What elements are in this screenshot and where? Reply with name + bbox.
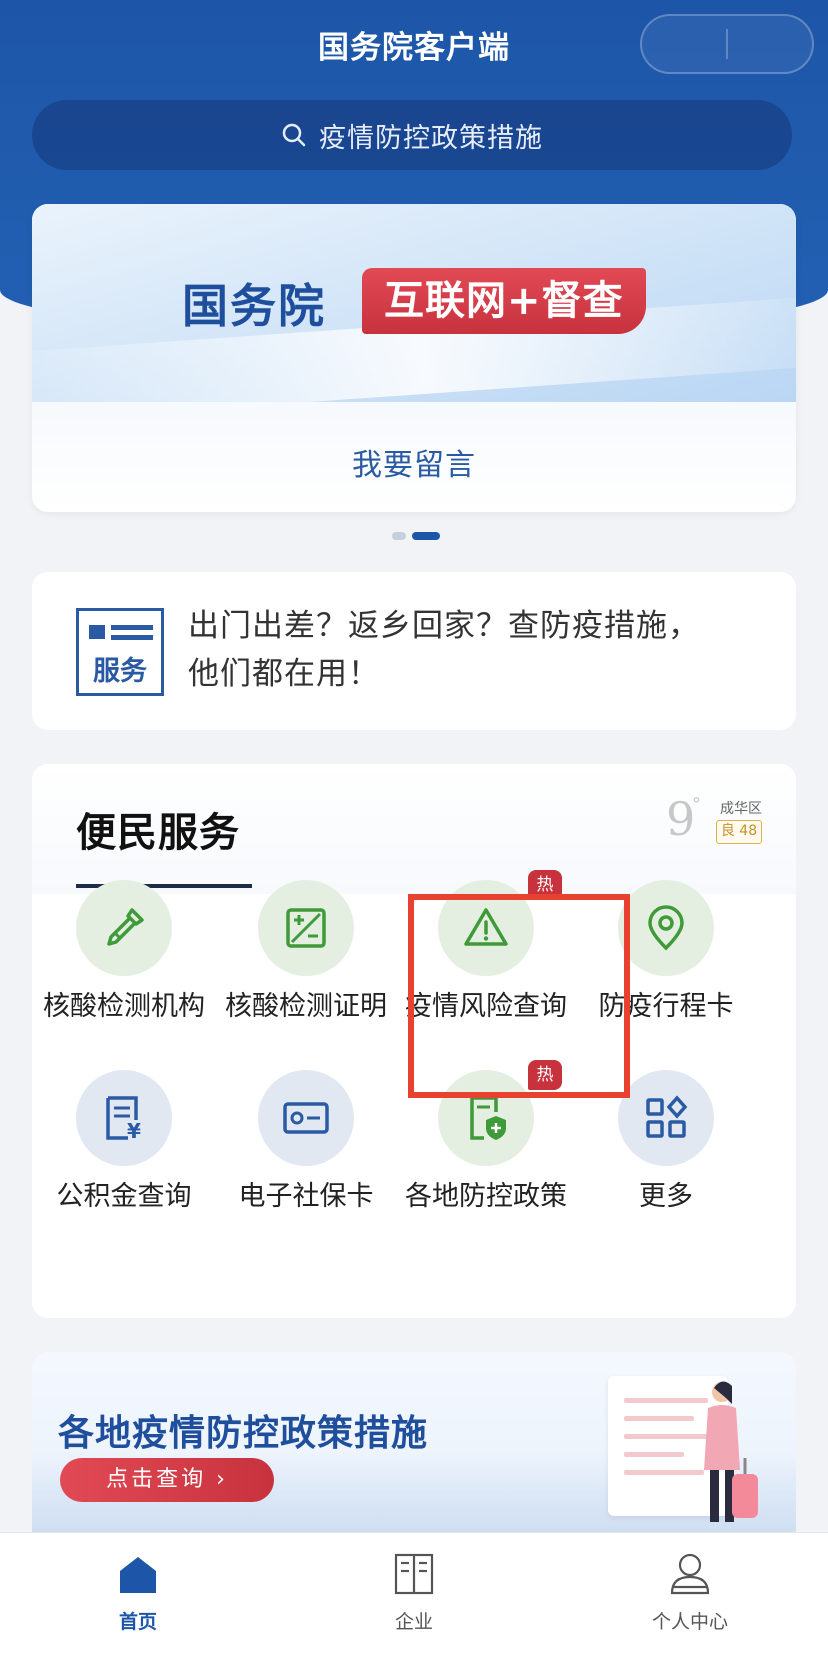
bottom-tab-bar: 首页 企业 个人中心 [0,1532,828,1654]
banner-carousel[interactable]: 国务院 互联网+督查 我要留言 [32,204,796,512]
policy-query-button[interactable]: 点击查询 › [60,1458,274,1502]
tab-home[interactable]: 首页 [48,1533,228,1654]
pager-dot[interactable] [392,532,406,540]
doc-line [624,1416,694,1421]
carousel-pager [392,532,440,540]
leave-message-link[interactable]: 我要留言 [32,440,796,484]
svg-text:¥: ¥ [127,1119,141,1143]
service-badge-label: 服务 [93,656,147,687]
service-item-label: 电子社保卡 [238,1181,374,1212]
service-notice-card[interactable]: 服务 出门出差？返乡回家？查防疫措施， 他们都在用！ [32,572,796,730]
service-item-label: 更多 [639,1181,693,1212]
service-item-label: 公积金查询 [56,1181,192,1212]
location-pin-icon[interactable] [618,880,714,976]
service-item-label: 各地防控政策 [405,1181,567,1212]
id-card-icon[interactable] [258,1070,354,1166]
close-app-button[interactable] [728,16,812,72]
search-bar[interactable]: 疫情防控政策措施 [32,100,792,170]
search-placeholder: 疫情防控政策措施 [319,122,543,154]
service-item-label: 核酸检测机构 [43,991,205,1022]
more-menu-button[interactable] [642,16,726,72]
tab-personal-center[interactable]: 个人中心 [600,1533,780,1654]
services-title[interactable]: 便民服务 [76,800,240,858]
badge-block [89,625,105,639]
weather-area: 成华区 [720,801,762,817]
air-quality-badge: 良 48 [716,820,762,844]
badge-line [111,625,153,630]
badge-line [111,635,153,640]
notice-text: 出门出差？返乡回家？查防疫措施， 他们都在用！ [188,602,778,698]
doc-line [624,1452,684,1457]
pager-dot-active[interactable] [412,532,440,540]
home-icon [120,1557,156,1593]
plus-minus-icon[interactable] [258,880,354,976]
fund-document-icon[interactable]: ¥ [76,1070,172,1166]
banner-tag: 互联网+督查 [362,268,646,334]
service-badge-icon: 服务 [76,608,164,696]
traveler-illustration [704,1381,758,1522]
policy-banner[interactable]: 各地疫情防控政策措施 点击查询 › [32,1352,796,1532]
banner-brand-text: 国务院 [182,279,326,333]
highlight-box [408,894,630,1098]
weather-degree-sign: ° [692,794,701,815]
policy-title: 各地疫情防控政策措施 [58,1413,429,1454]
tab-enterprise[interactable]: 企业 [324,1533,504,1654]
service-item-label: 核酸检测证明 [225,991,387,1022]
tab-home-label: 首页 [118,1611,157,1633]
tab-enterprise-label: 企业 [394,1611,433,1633]
dropper-icon[interactable] [76,880,172,976]
building-icon [394,1553,434,1595]
notice-line-1: 出门出差？返乡回家？查防疫措施， [188,608,700,644]
person-icon [670,1553,710,1595]
notice-line-2: 他们都在用！ [188,656,380,692]
mini-program-capsule[interactable] [640,14,814,74]
search-icon [281,122,307,148]
grid-more-icon[interactable] [618,1070,714,1166]
banner-image: 国务院 互联网+督查 [32,204,796,402]
weather-temperature: 9 [666,792,696,846]
tab-personal-label: 个人中心 [651,1611,728,1633]
